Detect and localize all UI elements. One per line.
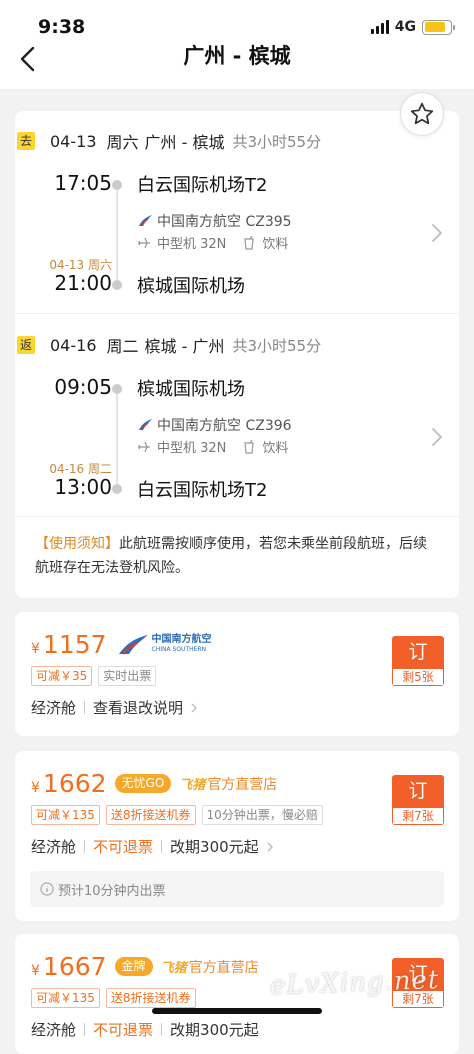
outbound-tag: 去 <box>17 132 35 150</box>
offer-chips: 可减￥35 实时出票 <box>31 666 162 686</box>
status-time: 9:38 <box>38 16 86 38</box>
inbound-header: 返 04-16 周二 槟城 - 广州 共3小时55分 <box>17 333 321 357</box>
ticket-note: 预计10分钟内出票 <box>30 871 444 907</box>
info-icon <box>40 882 54 896</box>
cabin-class: 经济舱 <box>31 699 77 717</box>
signal-icon <box>370 20 389 34</box>
inbound-meal: 饮料 <box>262 441 289 456</box>
watermark: eLvXing.net <box>269 965 440 1001</box>
fliggy-logo: 飞猪 <box>179 778 206 793</box>
offer-card[interactable]: ¥ 1662 无忧GO 飞猪 官方直营店 可减￥135 送8折接送机券 10分钟… <box>15 751 459 921</box>
divider <box>15 313 459 314</box>
outbound-duration: 共3小时55分 <box>232 132 322 151</box>
offer-price: ¥ 1662 <box>31 769 107 798</box>
notice-highlight: 【使用须知】 <box>35 536 119 552</box>
inbound-route: 槟城 - 广州 <box>144 337 225 356</box>
star-icon <box>410 102 434 125</box>
status-bar: 9:38 4G <box>0 0 474 40</box>
fliggy-logo: 飞猪 <box>160 961 187 976</box>
wuyou-go-badge: 无忧GO <box>114 774 172 793</box>
outbound-dep-time: 17:05 <box>54 171 112 195</box>
divider <box>15 516 459 517</box>
cabin-class: 经济舱 <box>31 1021 77 1039</box>
cabin-class: 经济舱 <box>31 838 77 856</box>
gold-badge: 金牌 <box>114 957 153 976</box>
outbound-aircraft: 中型机 32N <box>157 237 227 252</box>
drink-icon <box>244 439 255 454</box>
refund-policy: 不可退票 <box>93 838 154 856</box>
usage-notice: 【使用须知】此航班需按顺序使用，若您未乘坐前段航班，后续航班存在无法登机风险。 <box>35 532 439 580</box>
book-button[interactable]: 订 剩5张 <box>392 636 444 686</box>
offer-chips: 可减￥135 送8折接送机券 <box>31 988 202 1008</box>
outbound-arr-time: 21:00 <box>54 271 112 295</box>
china-southern-logo: 中国南方航空 CHINA SOUTHERN <box>117 634 212 656</box>
outbound-airline: 中国南方航空 CZ395 <box>157 214 292 230</box>
outbound-timeline: 17:05 白云国际机场T2 中国南方航空 CZ395 中型机 32N 饮料 0… <box>15 171 459 311</box>
inbound-timeline: 09:05 槟城国际机场 中国南方航空 CZ396 中型机 32N 饮料 04-… <box>15 375 459 515</box>
offer-chips: 可减￥135 送8折接送机券 10分钟出票，慢必赔 <box>31 805 329 825</box>
inbound-tag: 返 <box>17 336 35 354</box>
outbound-arr-airport: 槟城国际机场 <box>137 276 245 297</box>
drink-icon <box>244 235 255 250</box>
china-southern-icon <box>139 215 152 227</box>
page-title: 广州 - 槟城 <box>183 44 291 68</box>
official-store-label: 官方直营店 <box>188 959 259 976</box>
change-policy-link[interactable]: 改期300元起 <box>170 1019 259 1040</box>
outbound-dep-airport: 白云国际机场T2 <box>137 175 268 196</box>
china-southern-icon <box>118 634 148 655</box>
inbound-airline: 中国南方航空 CZ396 <box>157 418 292 434</box>
inbound-arr-airport: 白云国际机场T2 <box>137 480 268 501</box>
inbound-duration: 共3小时55分 <box>232 336 322 355</box>
remaining-tickets: 剩7张 <box>392 807 444 825</box>
inbound-weekday: 周二 <box>106 337 139 356</box>
nav-bar: 广州 - 槟城 <box>0 40 474 90</box>
chevron-right-icon <box>267 842 273 851</box>
outbound-date: 04-13 <box>50 131 97 151</box>
plane-icon <box>138 441 150 452</box>
official-store-label: 官方直营店 <box>207 776 278 793</box>
offer-price: ¥ 1157 <box>31 630 107 659</box>
offer-price: ¥ 1667 <box>31 952 107 981</box>
refund-policy-link[interactable]: 查看退改说明 <box>93 697 183 718</box>
outbound-header: 去 04-13 周六 广州 - 槟城 共3小时55分 <box>17 129 321 153</box>
chevron-right-icon <box>191 703 198 712</box>
offer-card[interactable]: ¥ 1157 中国南方航空 CHINA SOUTHERN 可减￥35 实时出票 … <box>15 612 459 736</box>
chevron-right-icon[interactable] <box>431 223 443 243</box>
plane-icon <box>138 237 150 248</box>
inbound-dep-time: 09:05 <box>54 375 112 399</box>
favorite-button[interactable] <box>400 92 444 136</box>
home-indicator[interactable] <box>152 1008 322 1014</box>
outbound-route: 广州 - 槟城 <box>144 133 225 152</box>
outbound-weekday: 周六 <box>106 133 139 152</box>
battery-icon <box>422 19 455 35</box>
network-type: 4G <box>394 19 416 35</box>
book-button[interactable]: 订 剩7张 <box>392 775 444 825</box>
itinerary-card: 去 04-13 周六 广州 - 槟城 共3小时55分 17:05 白云国际机场T… <box>15 111 459 598</box>
inbound-arr-time: 13:00 <box>54 475 112 499</box>
china-southern-icon <box>139 419 152 431</box>
inbound-dep-airport: 槟城国际机场 <box>137 379 245 400</box>
refund-policy: 不可退票 <box>93 1021 154 1039</box>
outbound-meal: 饮料 <box>262 237 289 252</box>
remaining-tickets: 剩5张 <box>392 668 444 686</box>
inbound-aircraft: 中型机 32N <box>157 441 227 456</box>
chevron-right-icon[interactable] <box>431 427 443 447</box>
inbound-date: 04-16 <box>50 335 97 355</box>
change-policy-link[interactable]: 改期300元起 <box>170 836 259 857</box>
